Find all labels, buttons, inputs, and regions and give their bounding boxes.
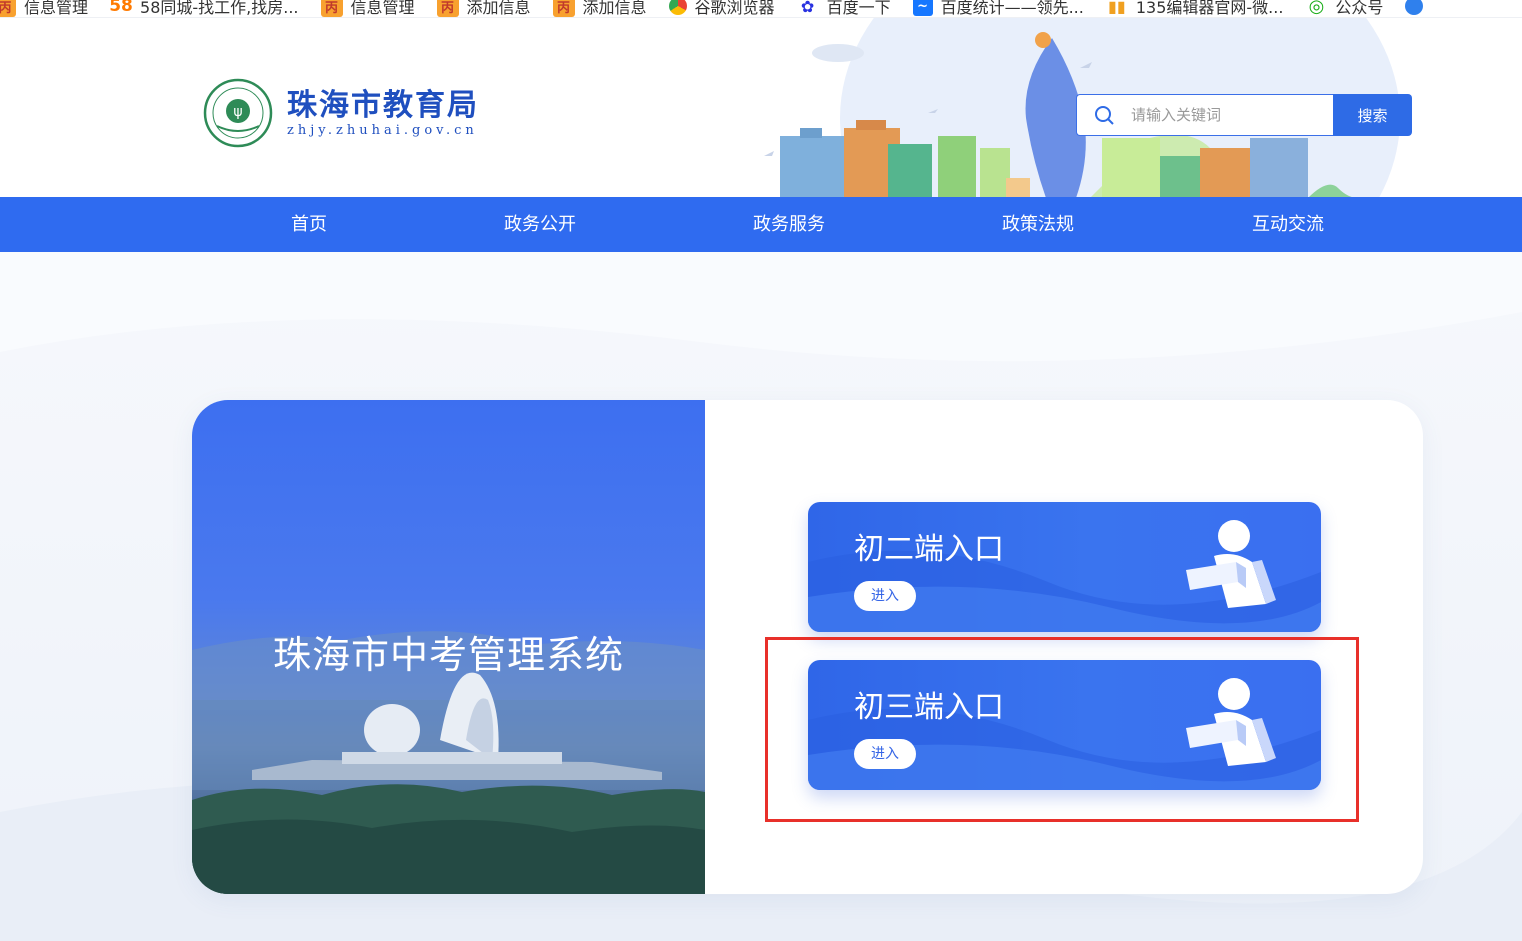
wechat-icon: ◎ xyxy=(1308,0,1325,17)
nav-item-home[interactable]: 首页 xyxy=(291,197,327,252)
site-header: ψ 珠海市教育局 zhjy.zhuhai.gov.cn 搜索 xyxy=(0,17,1522,198)
nav-item-policies[interactable]: 政策法规 xyxy=(1002,197,1074,252)
search-field[interactable] xyxy=(1076,94,1333,136)
bookmark-9[interactable]: ▮▮ 135编辑器官网-微... xyxy=(1106,0,1283,17)
site-domain: zhjy.zhuhai.gov.cn xyxy=(287,122,478,138)
bookmark-5[interactable]: 丙添加信息 xyxy=(552,0,647,17)
highlight-annotation-box xyxy=(765,637,1359,822)
site-logo[interactable]: ψ 珠海市教育局 zhjy.zhuhai.gov.cn xyxy=(203,78,479,148)
search-bar: 搜索 xyxy=(1076,94,1412,136)
grade8-entry-card[interactable]: 初二端入口 进入 xyxy=(808,502,1321,632)
grade8-entry-title: 初二端入口 xyxy=(854,532,1004,567)
search-input[interactable] xyxy=(1129,105,1313,125)
site-title: 珠海市教育局 xyxy=(287,87,479,123)
bookmarks-bar: 丙信息管理 58 58同城-找工作,找房... 丙信息管理 丙添加信息 丙添加信息… xyxy=(0,0,1522,17)
system-banner: 珠海市中考管理系统 xyxy=(192,400,705,894)
bookmark-8[interactable]: ~ 百度统计——领先... xyxy=(912,0,1084,17)
education-bureau-emblem-icon: ψ xyxy=(203,78,273,148)
135-icon: ▮▮ xyxy=(1108,0,1126,16)
main-content: 珠海市中考管理系统 初二端入口 进入 初三端入口 进入 xyxy=(0,252,1522,941)
search-icon xyxy=(1095,106,1114,125)
bookmark-6[interactable]: 谷歌浏览器 xyxy=(668,0,775,17)
admin-icon: 丙 xyxy=(0,0,16,17)
main-nav: 首页 政务公开 政务服务 政策法规 互动交流 xyxy=(0,197,1522,252)
bookmark-1[interactable]: 丙信息管理 xyxy=(0,0,88,17)
nav-item-government-services[interactable]: 政务服务 xyxy=(753,197,825,252)
system-title: 珠海市中考管理系统 xyxy=(272,633,624,677)
admin-icon: 丙 xyxy=(552,0,575,17)
bookmark-2[interactable]: 58 58同城-找工作,找房... xyxy=(109,0,298,17)
search-button[interactable]: 搜索 xyxy=(1333,94,1412,136)
admin-icon: 丙 xyxy=(436,0,459,17)
grade8-enter-button[interactable]: 进入 xyxy=(854,581,916,611)
nav-item-government-affairs[interactable]: 政务公开 xyxy=(504,197,576,252)
globe-icon xyxy=(1405,0,1424,15)
chrome-icon xyxy=(668,0,687,15)
admin-icon: 丙 xyxy=(320,0,343,17)
bookmark-11[interactable] xyxy=(1405,0,1424,15)
58-icon: 58 xyxy=(109,0,133,16)
bookmark-4[interactable]: 丙添加信息 xyxy=(436,0,531,17)
baidu-tongji-icon: ~ xyxy=(912,0,933,16)
baidu-icon: ✿ xyxy=(800,0,815,16)
bookmark-3[interactable]: 丙信息管理 xyxy=(320,0,415,17)
bookmark-7[interactable]: ✿ 百度一下 xyxy=(797,0,891,17)
bookmark-10[interactable]: ◎ 公众号 xyxy=(1305,0,1384,17)
svg-text:ψ: ψ xyxy=(233,104,242,120)
nav-item-interaction[interactable]: 互动交流 xyxy=(1252,197,1324,252)
user-figure-icon xyxy=(1186,520,1276,608)
